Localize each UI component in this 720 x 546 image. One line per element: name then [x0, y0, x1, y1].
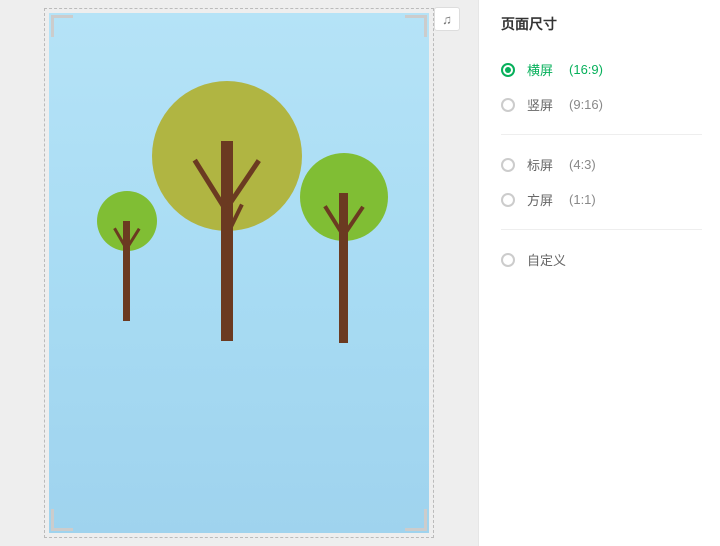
tree-illustration-large-center	[147, 81, 307, 341]
radio-icon	[501, 63, 515, 77]
radio-ratio: (9:16)	[569, 97, 603, 112]
page-size-panel: 页面尺寸 横屏 (16:9) 竖屏 (9:16) 标屏 (4:3) 方屏 (1:…	[478, 0, 720, 546]
radio-option-standard[interactable]: 标屏 (4:3)	[501, 147, 702, 182]
radio-option-square[interactable]: 方屏 (1:1)	[501, 182, 702, 217]
radio-option-portrait[interactable]: 竖屏 (9:16)	[501, 87, 702, 122]
radio-label: 自定义	[527, 250, 566, 269]
tree-illustration-medium-right	[289, 153, 399, 343]
radio-ratio: (1:1)	[569, 192, 596, 207]
slide-background	[49, 13, 429, 533]
radio-label: 竖屏	[527, 95, 553, 114]
radio-icon	[501, 253, 515, 267]
music-icon: ♫	[442, 12, 452, 27]
radio-ratio: (4:3)	[569, 157, 596, 172]
radio-label: 标屏	[527, 155, 553, 174]
panel-title: 页面尺寸	[501, 14, 702, 34]
canvas-slot[interactable]	[44, 8, 434, 538]
radio-icon	[501, 158, 515, 172]
radio-label: 横屏	[527, 60, 553, 79]
radio-option-landscape[interactable]: 横屏 (16:9)	[501, 52, 702, 87]
radio-option-custom[interactable]: 自定义	[501, 242, 702, 277]
radio-ratio: (16:9)	[569, 62, 603, 77]
separator	[501, 134, 702, 135]
canvas-pane: ♫	[0, 0, 478, 546]
separator	[501, 229, 702, 230]
music-button[interactable]: ♫	[434, 7, 460, 31]
radio-icon	[501, 193, 515, 207]
radio-label: 方屏	[527, 190, 553, 209]
radio-icon	[501, 98, 515, 112]
